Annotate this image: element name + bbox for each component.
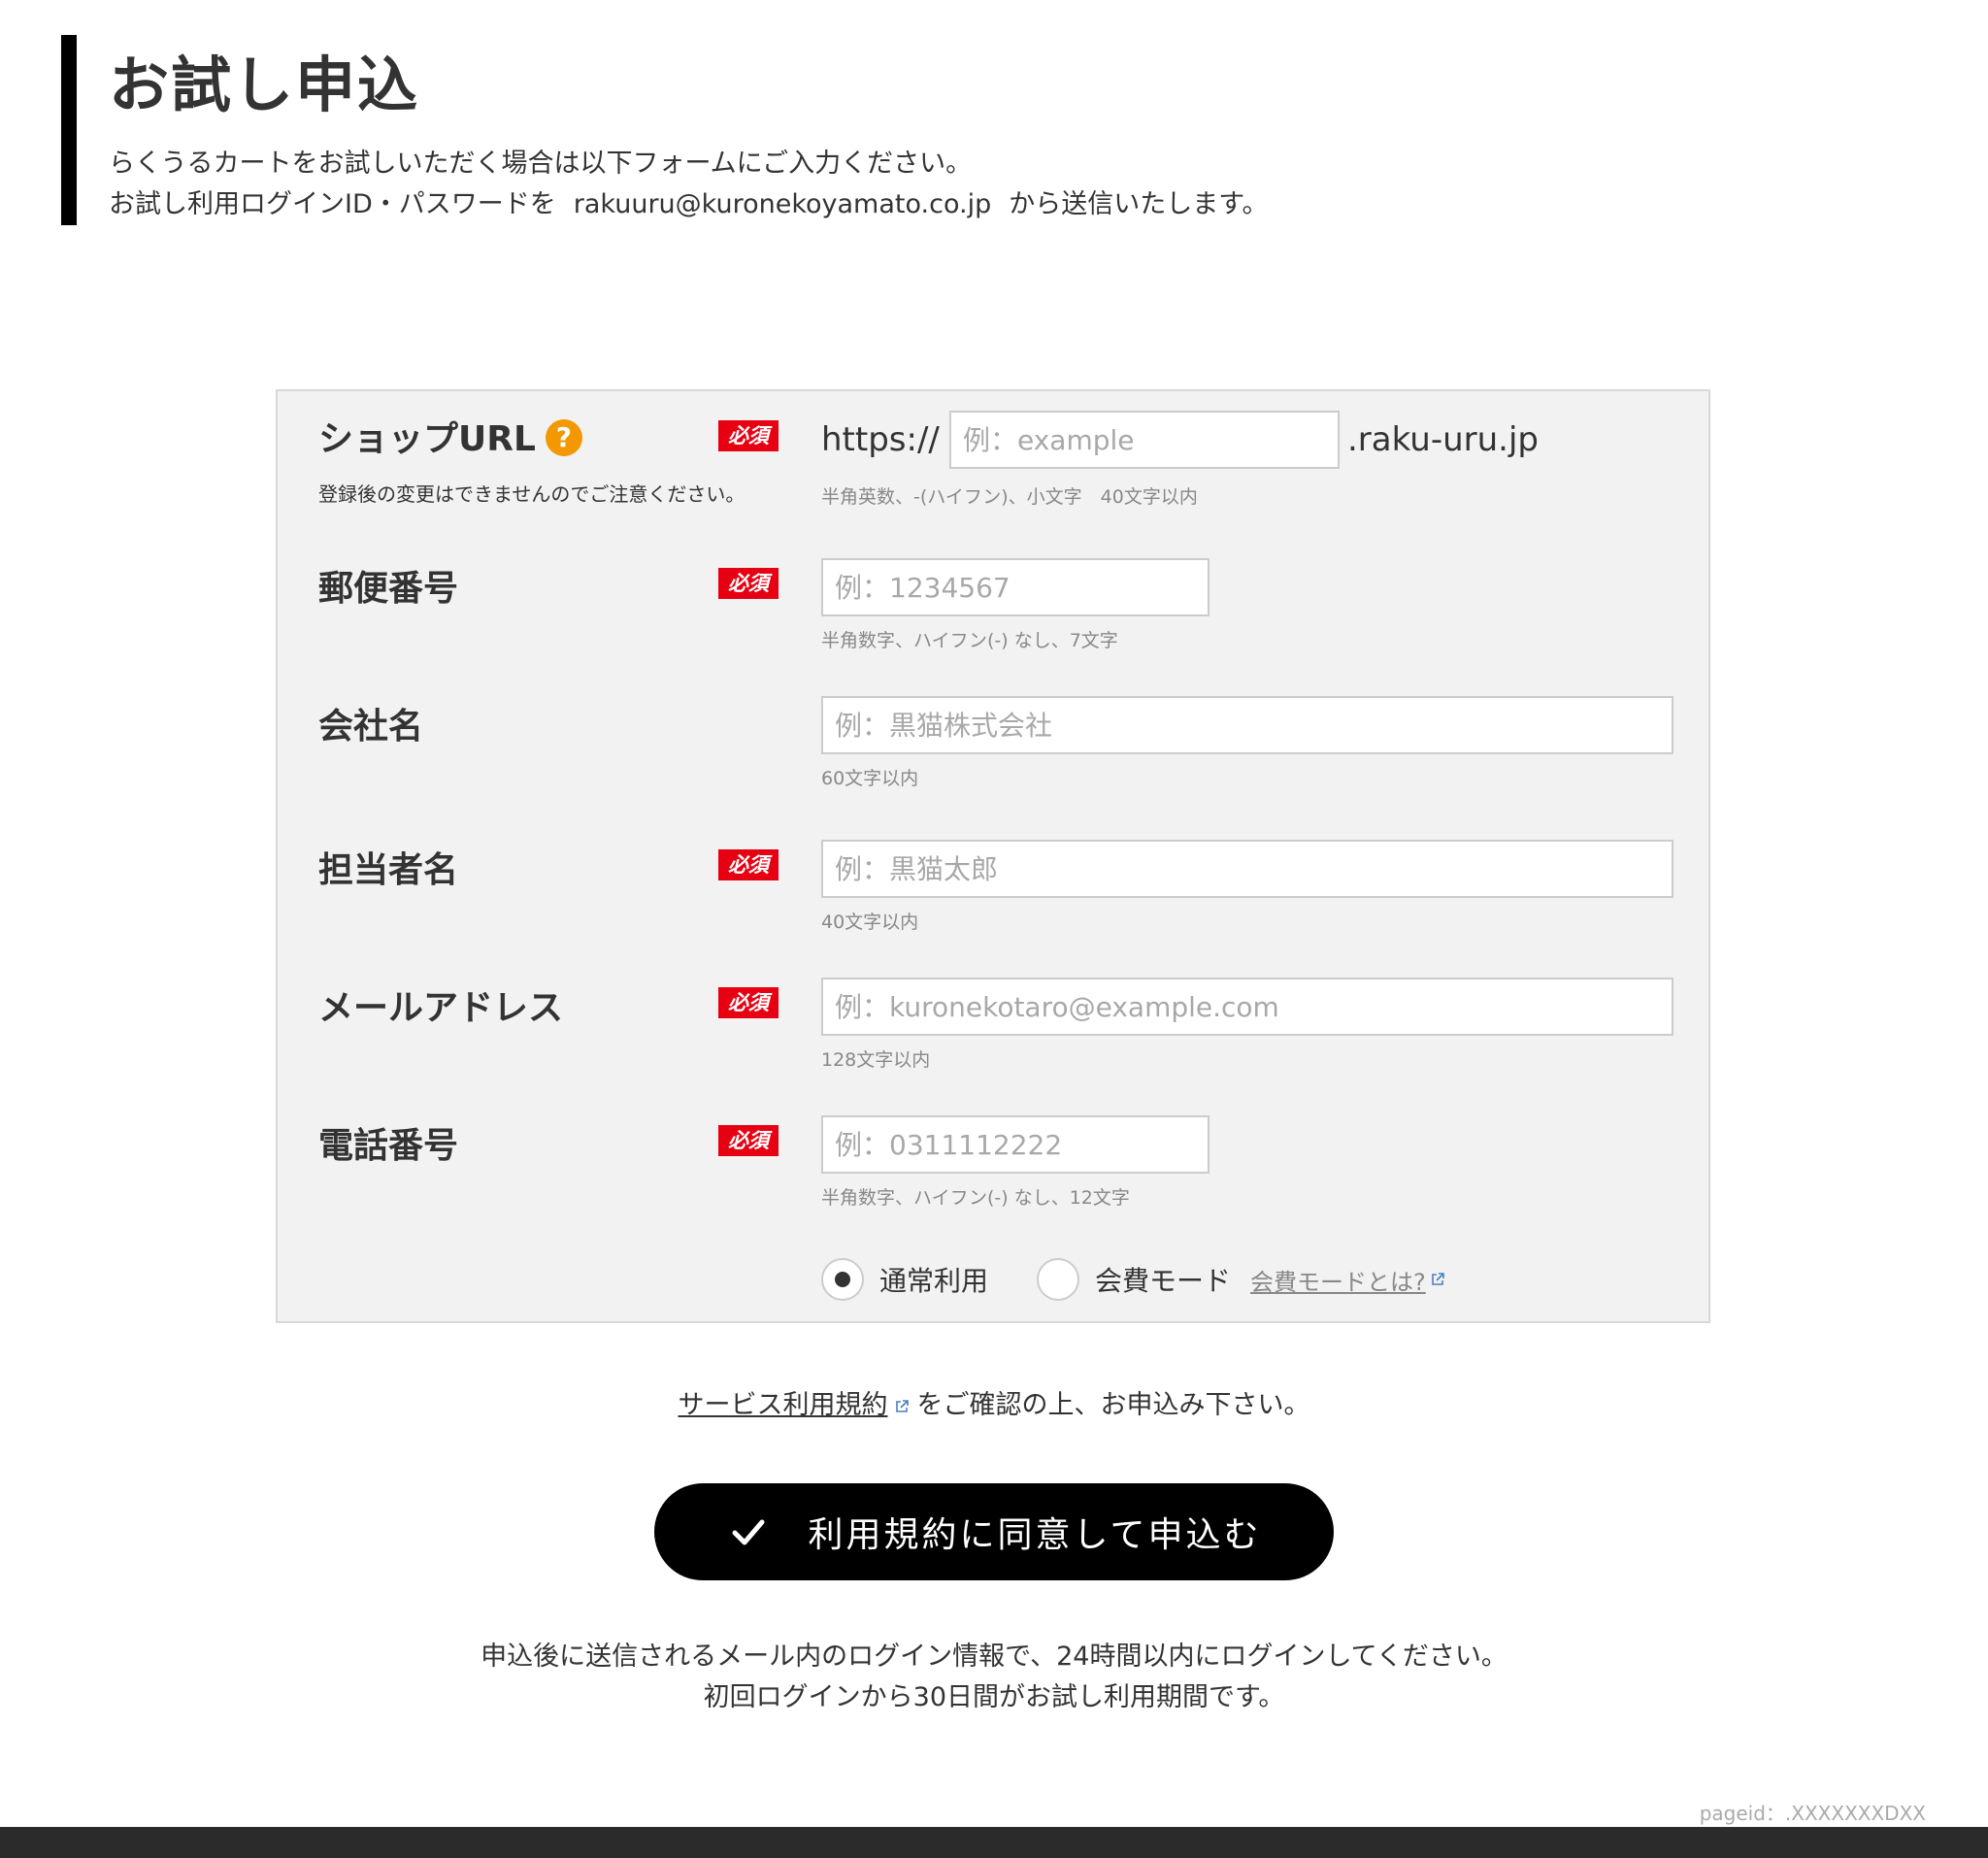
- radio-member-mode-label[interactable]: 会費モード: [1095, 1260, 1231, 1299]
- agree-and-submit-button[interactable]: 利用規約に同意して申込む: [654, 1483, 1334, 1580]
- contact-name-input[interactable]: [821, 840, 1673, 898]
- intro-line-2: お試し利用ログインID・パスワードを rakuuru@kuronekoyamato…: [109, 184, 1269, 225]
- intro-line-1: らくうるカートをお試しいただく場合は以下フォームにご入力ください。: [109, 149, 973, 179]
- required-badge: 必須: [718, 420, 779, 451]
- required-badge: 必須: [718, 1125, 779, 1156]
- check-icon: [732, 1519, 765, 1545]
- contact-name-hint: 40文字以内: [821, 912, 919, 933]
- postal-code-input[interactable]: [821, 558, 1209, 616]
- shop-url-label: ショップURL?: [318, 411, 582, 461]
- url-prefix: https://: [821, 420, 940, 459]
- phone-hint: 半角数字、ハイフン(-) なし、12文字: [821, 1187, 1130, 1209]
- url-suffix: .raku-uru.jp: [1347, 420, 1539, 459]
- phone-label: 電話番号: [318, 1126, 459, 1166]
- terms-of-service-link[interactable]: サービス利用規約: [679, 1390, 888, 1420]
- footer-bar: [0, 1827, 1988, 1858]
- external-link-icon: [895, 1399, 909, 1412]
- phone-input[interactable]: [821, 1115, 1209, 1174]
- after-note-line-2: 初回ログインから30日間がお試し利用期間です。: [703, 1682, 1285, 1712]
- email-input[interactable]: [821, 978, 1673, 1036]
- postal-code-hint: 半角数字、ハイフン(-) なし、7文字: [821, 630, 1118, 651]
- page-id: pageid：.XXXXXXXDXX: [1699, 1802, 1926, 1825]
- member-mode-info-link[interactable]: 会費モードとは?: [1250, 1263, 1426, 1297]
- intro-line-2-suffix: から送信いたします。: [1009, 189, 1269, 219]
- required-badge: 必須: [718, 849, 779, 880]
- intro-text: らくうるカートをお試しいただく場合は以下フォームにご入力ください。 お試し利用ロ…: [109, 144, 1269, 225]
- radio-normal[interactable]: [821, 1258, 864, 1301]
- page-title: お試し申込: [109, 50, 420, 120]
- shop-url-label-text: ショップURL: [318, 419, 536, 459]
- question-icon[interactable]: ?: [545, 419, 582, 456]
- mode-radio-group: 通常利用 会費モード 会費モードとは?: [821, 1255, 1445, 1304]
- company-input[interactable]: [821, 696, 1673, 754]
- email-label: メールアドレス: [318, 988, 564, 1028]
- required-badge: 必須: [718, 568, 779, 599]
- shop-url-input[interactable]: [949, 411, 1340, 469]
- contact-name-label: 担当者名: [318, 850, 459, 890]
- radio-normal-label[interactable]: 通常利用: [879, 1260, 988, 1299]
- external-link-icon: [1431, 1273, 1444, 1285]
- terms-text: をご確認の上、お申込み下さい。: [916, 1390, 1310, 1420]
- after-submit-note: 申込後に送信されるメール内のログイン情報で、24時間以内にログインしてください。…: [0, 1637, 1988, 1718]
- radio-member-mode[interactable]: [1037, 1258, 1080, 1301]
- shop-url-hint: 半角英数、-(ハイフン)、小文字 40文字以内: [821, 486, 1198, 508]
- postal-code-label: 郵便番号: [318, 569, 459, 609]
- terms-line: サービス利用規約 をご確認の上、お申込み下さい。: [0, 1383, 1988, 1421]
- company-label: 会社名: [318, 707, 424, 747]
- after-note-line-1: 申込後に送信されるメール内のログイン情報で、24時間以内にログインしてください。: [480, 1642, 1508, 1672]
- company-hint: 60文字以内: [821, 768, 919, 789]
- title-accent-bar: [61, 35, 77, 225]
- submit-label: 利用規約に同意して申込む: [808, 1515, 1262, 1555]
- required-badge: 必須: [718, 987, 779, 1018]
- intro-line-2-prefix: お試し利用ログインID・パスワードを: [109, 189, 556, 219]
- trial-form: ショップURL? 登録後の変更はできませんのでご注意ください。 必須 https…: [276, 389, 1710, 1323]
- email-hint: 128文字以内: [821, 1049, 931, 1071]
- sender-email: rakuuru@kuronekoyamato.co.jp: [573, 189, 992, 219]
- shop-url-note: 登録後の変更はできませんのでご注意ください。: [318, 482, 746, 506]
